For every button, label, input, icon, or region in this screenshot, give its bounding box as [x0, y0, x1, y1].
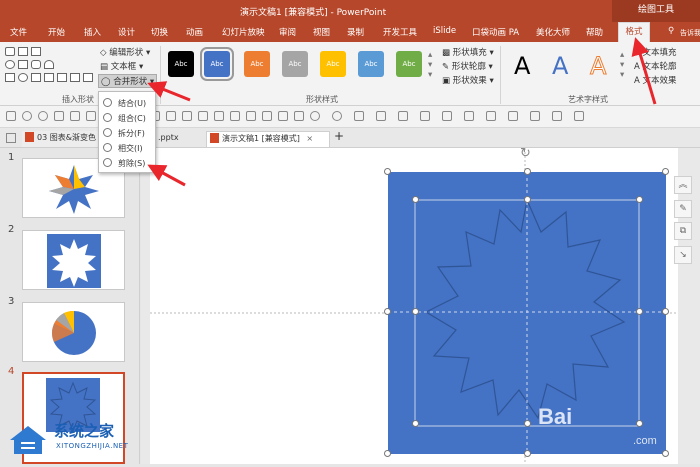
annotation-arrows [147, 37, 657, 187]
arrow-to-format-tab [631, 37, 657, 105]
house-logo-icon [10, 426, 46, 454]
arrow-to-merge-shapes [147, 81, 191, 102]
site-url: XITONGZHIJIA.NET [56, 442, 129, 450]
site-name: 系统之家 [54, 422, 115, 440]
arrow-to-subtract [147, 164, 186, 187]
site-watermark: 系统之家 XITONGZHIJIA.NET [0, 414, 160, 464]
